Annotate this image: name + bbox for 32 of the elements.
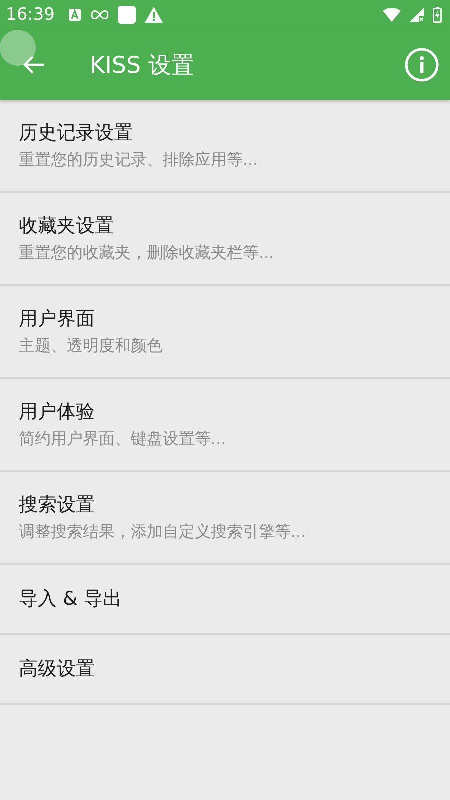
back-arrow-icon (23, 55, 45, 75)
item-summary: 调整搜索结果，添加自定义搜索引擎等... (19, 522, 306, 543)
item-title: 导入 & 导出 (19, 587, 122, 612)
screen-title: KISS 设置 (90, 52, 194, 80)
item-summary: 简约用户界面、键盘设置等... (19, 429, 226, 450)
item-title: 用户体验 (19, 400, 95, 425)
settings-item[interactable]: 历史记录设置 重置您的历史记录、排除应用等... (0, 100, 450, 193)
touch-ripple (0, 30, 36, 66)
warning-icon (145, 7, 163, 23)
item-title: 收藏夹设置 (19, 214, 114, 239)
status-time: 16:39 (6, 5, 55, 25)
info-icon (405, 48, 439, 82)
item-title: 高级设置 (19, 657, 95, 682)
item-title: 历史记录设置 (19, 121, 133, 146)
keyboard-notification-icon (68, 8, 82, 22)
item-title: 用户界面 (19, 307, 95, 332)
info-button[interactable] (404, 47, 440, 83)
item-summary: 主题、透明度和颜色 (19, 336, 163, 357)
settings-item[interactable]: 高级设置 (0, 635, 450, 705)
settings-item[interactable]: 用户体验 简约用户界面、键盘设置等... (0, 379, 450, 472)
wifi-icon (383, 8, 401, 22)
settings-item[interactable]: 搜索设置 调整搜索结果，添加自定义搜索引擎等... (0, 472, 450, 565)
signal-icon (410, 8, 424, 22)
battery-icon (433, 7, 442, 23)
settings-item[interactable]: 导入 & 导出 (0, 565, 450, 635)
item-summary: 重置您的收藏夹，删除收藏夹栏等... (19, 243, 274, 264)
square-notification-icon (118, 6, 136, 24)
item-summary: 重置您的历史记录、排除应用等... (19, 150, 258, 171)
settings-item[interactable]: 收藏夹设置 重置您的收藏夹，删除收藏夹栏等... (0, 193, 450, 286)
settings-item[interactable]: 用户界面 主题、透明度和颜色 (0, 286, 450, 379)
item-title: 搜索设置 (19, 493, 95, 518)
infinity-icon (91, 10, 109, 20)
